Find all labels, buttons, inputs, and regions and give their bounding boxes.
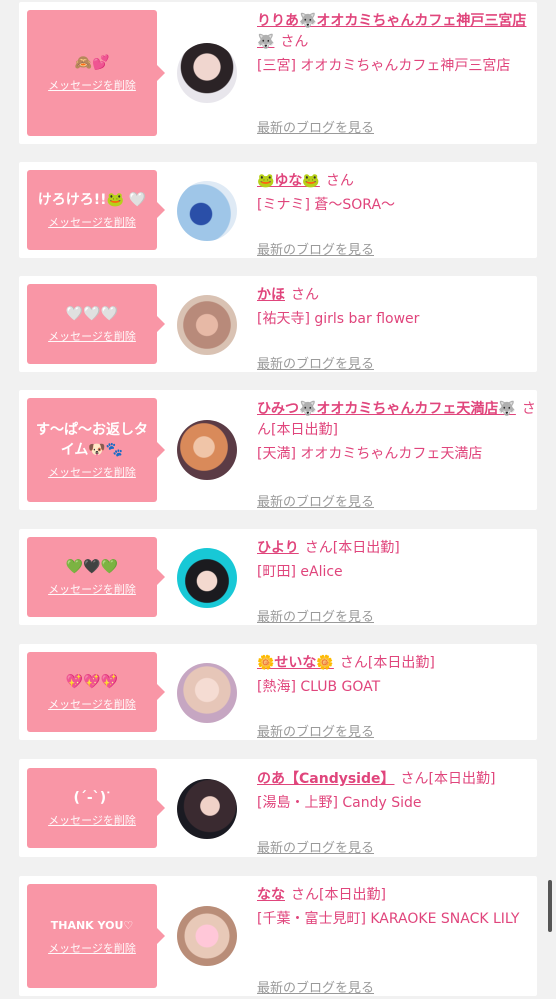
message-text: す〜ぱ〜お返しタイム🐶🐾	[36, 422, 148, 458]
shop-info: [湯島・上野] Candy Side	[257, 795, 422, 811]
profile-info: ひより さん[本日出勤] [町田] eAlice 最新のブログを見る	[257, 538, 531, 625]
delete-message-link[interactable]: メッセージを削除	[48, 77, 136, 93]
message-text: THANK YOU♡	[50, 919, 134, 932]
cast-name-link[interactable]: 🐸ゆな🐸	[257, 173, 320, 189]
honorific: さん[本日出勤]	[291, 887, 386, 903]
message-bubble: THANK YOU♡ メッセージを削除	[27, 884, 165, 988]
avatar[interactable]	[177, 906, 237, 966]
favorite-card: 💚🖤💚 メッセージを削除 ひより さん[本日出勤] [町田] eAlice 最新の…	[19, 529, 537, 625]
message-text: 💚🖤💚	[65, 559, 119, 575]
profile-info: のあ【Candyside】 さん[本日出勤] [湯島・上野] Candy Side…	[257, 769, 531, 856]
cast-name-link[interactable]: ひより	[257, 540, 299, 556]
latest-blog-link[interactable]: 最新のブログを見る	[257, 977, 374, 996]
shop-info: [ミナミ] 蒼〜SORA〜	[257, 197, 396, 213]
honorific: さん[本日出勤]	[400, 771, 496, 787]
message-bubble: けろけろ!!🐸 🤍 メッセージを削除	[27, 170, 165, 250]
cast-name-link[interactable]: のあ【Candyside】	[257, 771, 394, 787]
profile-info: かほ さん [祐天寺] girls bar flower 最新のブログを見る	[257, 285, 531, 372]
avatar[interactable]	[177, 43, 237, 103]
latest-blog-link[interactable]: 最新のブログを見る	[257, 239, 374, 258]
shop-info: [三宮] オオカミちゃんカフェ神戸三宮店	[257, 58, 511, 74]
message-bubble: 🙈💕 メッセージを削除	[27, 10, 165, 136]
shop-info: [祐天寺] girls bar flower	[257, 311, 420, 327]
avatar[interactable]	[177, 663, 237, 723]
message-bubble: 💖💖💖 メッセージを削除	[27, 652, 165, 732]
message-bubble: す〜ぱ〜お返しタイム🐶🐾 メッセージを削除	[27, 398, 165, 502]
cast-name-link[interactable]: 🌼せいな🌼	[257, 655, 334, 671]
honorific: さん[本日出勤]	[339, 655, 435, 671]
favorite-card: 🙈💕 メッセージを削除 りりあ🐺オオカミちゃんカフェ神戸三宮店🐺 さん [三宮] …	[19, 2, 537, 144]
delete-message-link[interactable]: メッセージを削除	[48, 328, 136, 344]
latest-blog-link[interactable]: 最新のブログを見る	[257, 353, 374, 372]
profile-info: ひみつ🐺オオカミちゃんカフェ天満店🐺 さん[本日出勤] [天満] オオカミちゃんカ…	[257, 399, 536, 510]
favorite-card: 🤍🤍🤍 メッセージを削除 かほ さん [祐天寺] girls bar flower…	[19, 276, 537, 372]
favorite-card: (ˊ-ˋ)ᐝ メッセージを削除 のあ【Candyside】 さん[本日出勤] [湯…	[19, 759, 537, 857]
delete-message-link[interactable]: メッセージを削除	[48, 696, 136, 712]
honorific: さん	[280, 34, 309, 50]
latest-blog-link[interactable]: 最新のブログを見る	[257, 606, 374, 625]
shop-info: [千葉・富士見町] KARAOKE SNACK LILY	[257, 911, 520, 927]
avatar[interactable]	[177, 295, 237, 355]
message-text: 🙈💕	[74, 55, 110, 71]
profile-info: なな さん[本日出勤] [千葉・富士見町] KARAOKE SNACK LILY …	[257, 885, 531, 996]
message-text: けろけろ!!🐸 🤍	[37, 192, 147, 208]
shop-info: [熱海] CLUB GOAT	[257, 679, 381, 695]
honorific: さん	[325, 173, 354, 189]
honorific: さん[本日出勤]	[304, 540, 400, 556]
shop-info: [天満] オオカミちゃんカフェ天満店	[257, 446, 483, 462]
message-bubble: 💚🖤💚 メッセージを削除	[27, 537, 165, 617]
scrollbar[interactable]	[548, 880, 552, 932]
message-text: 💖💖💖	[65, 674, 119, 690]
favorite-card: す〜ぱ〜お返しタイム🐶🐾 メッセージを削除 ひみつ🐺オオカミちゃんカフェ天満店🐺…	[19, 390, 537, 510]
profile-info: 🐸ゆな🐸 さん [ミナミ] 蒼〜SORA〜 最新のブログを見る	[257, 171, 531, 258]
message-text: (ˊ-ˋ)ᐝ	[73, 790, 111, 806]
cast-name-link[interactable]: かほ	[257, 287, 285, 303]
message-text: 🤍🤍🤍	[65, 306, 119, 322]
honorific: さん	[291, 287, 319, 303]
delete-message-link[interactable]: メッセージを削除	[48, 214, 136, 230]
profile-info: 🌼せいな🌼 さん[本日出勤] [熱海] CLUB GOAT 最新のブログを見る	[257, 653, 531, 740]
delete-message-link[interactable]: メッセージを削除	[48, 812, 136, 828]
cast-name-link[interactable]: ひみつ🐺オオカミちゃんカフェ天満店🐺	[257, 401, 516, 417]
favorite-card: 💖💖💖 メッセージを削除 🌼せいな🌼 さん[本日出勤] [熱海] CLUB GOA…	[19, 644, 537, 740]
latest-blog-link[interactable]: 最新のブログを見る	[257, 117, 374, 136]
cast-name-link[interactable]: なな	[257, 887, 285, 903]
profile-info: りりあ🐺オオカミちゃんカフェ神戸三宮店🐺 さん [三宮] オオカミちゃんカフェ神戸…	[257, 11, 531, 136]
message-bubble: (ˊ-ˋ)ᐝ メッセージを削除	[27, 768, 165, 848]
shop-info: [町田] eAlice	[257, 564, 343, 580]
delete-message-link[interactable]: メッセージを削除	[48, 581, 136, 597]
avatar[interactable]	[177, 548, 237, 608]
avatar[interactable]	[177, 181, 237, 241]
delete-message-link[interactable]: メッセージを削除	[48, 464, 136, 480]
favorite-card: THANK YOU♡ メッセージを削除 なな さん[本日出勤] [千葉・富士見町]…	[19, 876, 537, 996]
delete-message-link[interactable]: メッセージを削除	[48, 940, 136, 956]
avatar[interactable]	[177, 779, 237, 839]
latest-blog-link[interactable]: 最新のブログを見る	[257, 837, 374, 856]
message-bubble: 🤍🤍🤍 メッセージを削除	[27, 284, 165, 364]
favorite-card: けろけろ!!🐸 🤍 メッセージを削除 🐸ゆな🐸 さん [ミナミ] 蒼〜SORA〜 …	[19, 162, 537, 258]
latest-blog-link[interactable]: 最新のブログを見る	[257, 721, 374, 740]
latest-blog-link[interactable]: 最新のブログを見る	[257, 491, 374, 510]
avatar[interactable]	[177, 420, 237, 480]
